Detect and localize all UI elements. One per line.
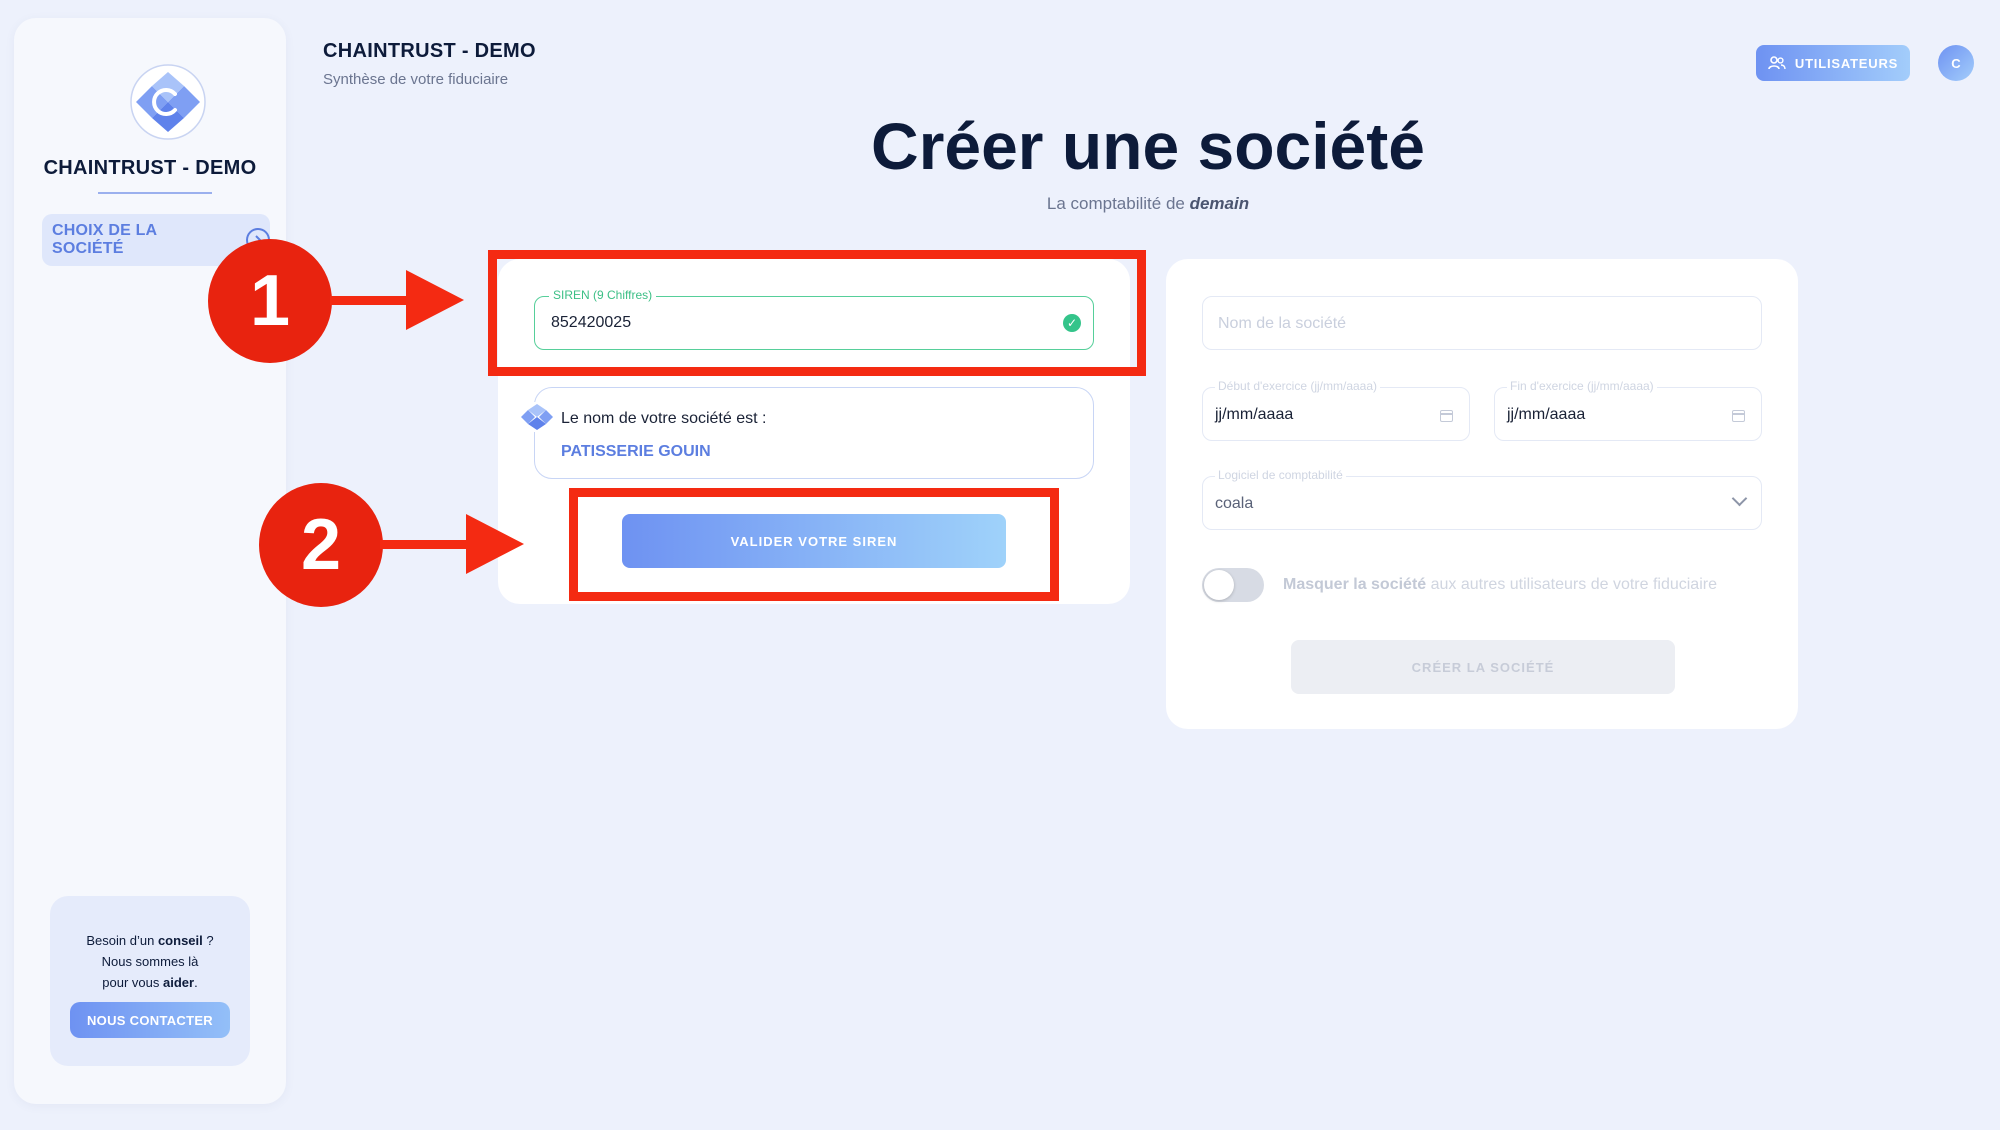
annotation-box-2 <box>569 488 1059 601</box>
calendar-icon[interactable] <box>1440 410 1453 422</box>
end-date-input[interactable]: Fin d'exercice (jj/mm/aaaa) jj/mm/aaaa <box>1494 379 1762 441</box>
chaintrust-mini-logo-icon <box>519 402 555 432</box>
annotation-arrow-2-head <box>466 514 524 574</box>
annotation-arrow-1-head <box>406 270 464 330</box>
help-line1-suffix: ? <box>202 933 214 948</box>
software-label: Logiciel de comptabilité <box>1215 468 1346 482</box>
calendar-icon[interactable] <box>1732 410 1745 422</box>
help-text: Besoin d’un conseil ? Nous sommes là pou… <box>50 896 250 993</box>
company-name-value: PATISSERIE GOUIN <box>561 443 711 460</box>
page-title: Créer une société <box>871 109 1425 183</box>
annotation-step-2: 2 <box>259 483 383 607</box>
header-subtitle: Synthèse de votre fiduciaire <box>323 71 509 88</box>
page-subtitle: La comptabilité de demain <box>0 194 2000 214</box>
help-line2: Nous sommes là <box>101 954 199 969</box>
contact-button[interactable]: NOUS CONTACTER <box>70 1002 230 1038</box>
sidebar-item-label: CHOIX DE LA SOCIÉTÉ <box>52 222 157 257</box>
start-date-label: Début d'exercice (jj/mm/aaaa) <box>1215 379 1381 393</box>
avatar[interactable]: C <box>1938 45 1974 81</box>
create-company-button[interactable]: CRÉER LA SOCIÉTÉ <box>1291 640 1675 694</box>
annotation-step-1: 1 <box>208 239 332 363</box>
header-title: CHAINTRUST - DEMO <box>323 40 536 62</box>
help-line1-bold: conseil <box>157 933 203 948</box>
help-line3-bold: aider <box>163 975 195 990</box>
company-name-result: Le nom de votre société est : PATISSERIE… <box>519 387 1094 479</box>
users-button[interactable]: UTILISATEURS <box>1756 45 1910 81</box>
company-name-placeholder: Nom de la société <box>1218 315 1347 332</box>
users-button-label: UTILISATEURS <box>1794 55 1899 71</box>
page-subtitle-emphasis: demain <box>1189 194 1250 213</box>
end-date-label: Fin d'exercice (jj/mm/aaaa) <box>1507 379 1657 393</box>
help-line3-suffix: . <box>194 975 198 990</box>
end-date-value: jj/mm/aaaa <box>1507 406 1586 423</box>
help-line1-prefix: Besoin d’un <box>86 933 158 948</box>
help-card: Besoin d’un conseil ? Nous sommes là pou… <box>50 896 250 1066</box>
software-value: coala <box>1215 495 1254 512</box>
hide-company-toggle[interactable] <box>1202 568 1264 602</box>
company-name-label: Le nom de votre société est : <box>561 410 767 427</box>
annotation-arrow-2-line <box>380 540 470 549</box>
start-date-value: jj/mm/aaaa <box>1215 406 1294 423</box>
annotation-arrow-1-line <box>330 296 410 305</box>
page-subtitle-prefix: La comptabilité de <box>1046 194 1190 213</box>
start-date-input[interactable]: Début d'exercice (jj/mm/aaaa) jj/mm/aaaa <box>1202 379 1470 441</box>
company-name-input[interactable]: Nom de la société <box>1202 296 1762 350</box>
chevron-down-icon <box>1731 490 1748 507</box>
hide-company-rest: aux autres utilisateurs de votre fiducia… <box>1426 576 1717 593</box>
toggle-knob <box>1204 570 1234 600</box>
annotation-box-1 <box>488 250 1146 376</box>
users-icon <box>1768 56 1786 70</box>
help-line3-prefix: pour vous <box>102 975 163 990</box>
hide-company-bold: Masquer la société <box>1283 576 1427 593</box>
accounting-software-select[interactable]: Logiciel de comptabilité coala <box>1202 468 1762 530</box>
hide-company-text: Masquer la société aux autres utilisateu… <box>1283 576 1717 594</box>
